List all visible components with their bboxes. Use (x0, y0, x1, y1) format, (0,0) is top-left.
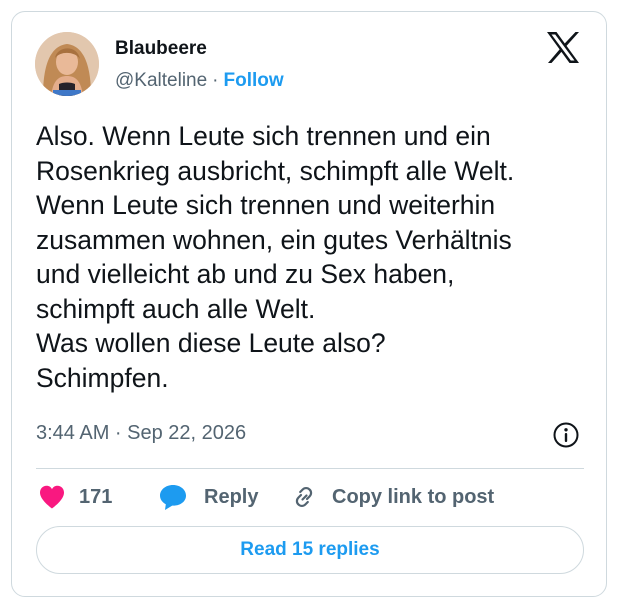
link-icon (289, 483, 319, 511)
timestamp-link[interactable]: 3:44 AM · Sep 22, 2026 (36, 422, 246, 445)
tweet-text: Also. Wenn Leute sich trennen und ein Ro… (36, 119, 596, 395)
tweet-text-line: und vielleicht ab und zu Sex haben, (36, 259, 455, 289)
tweet-text-line: schimpft auch alle Welt. (36, 293, 316, 324)
x-logo-icon[interactable] (546, 32, 580, 63)
info-icon[interactable] (552, 421, 580, 449)
tweet-text-line: Schimpfen. (36, 362, 169, 393)
tweet-text-line: Also. Wenn Leute sich trennen und ein (36, 121, 491, 151)
tweet-text-line: zusammen wohnen, ein gutes Verhältnis (36, 224, 512, 255)
handle-row: @Kalteline · Follow (115, 70, 284, 92)
tweet-text-line: Wenn Leute sich trennen und weiterhin (36, 190, 496, 220)
divider (36, 468, 584, 469)
copy-link-button[interactable]: Copy link to post (289, 482, 494, 512)
tweet-text-line: Rosenkrieg ausbricht, schimpft alle Welt… (36, 155, 515, 186)
reply-button[interactable]: Reply (158, 482, 258, 512)
reply-label: Reply (204, 485, 259, 508)
follow-button[interactable]: Follow (224, 70, 284, 91)
like-count: 171 (79, 485, 113, 508)
avatar[interactable] (35, 32, 99, 96)
copy-link-label: Copy link to post (332, 485, 495, 508)
heart-icon (38, 484, 66, 510)
read-replies-button[interactable]: Read 15 replies (36, 526, 584, 574)
separator: · (212, 70, 219, 91)
tweet-text-line: Was wollen diese Leute also? (36, 328, 386, 358)
user-handle[interactable]: @Kalteline (115, 70, 207, 91)
like-button[interactable]: 171 (38, 482, 112, 512)
display-name[interactable]: Blaubeere (115, 38, 207, 60)
speech-bubble-icon (158, 483, 188, 511)
